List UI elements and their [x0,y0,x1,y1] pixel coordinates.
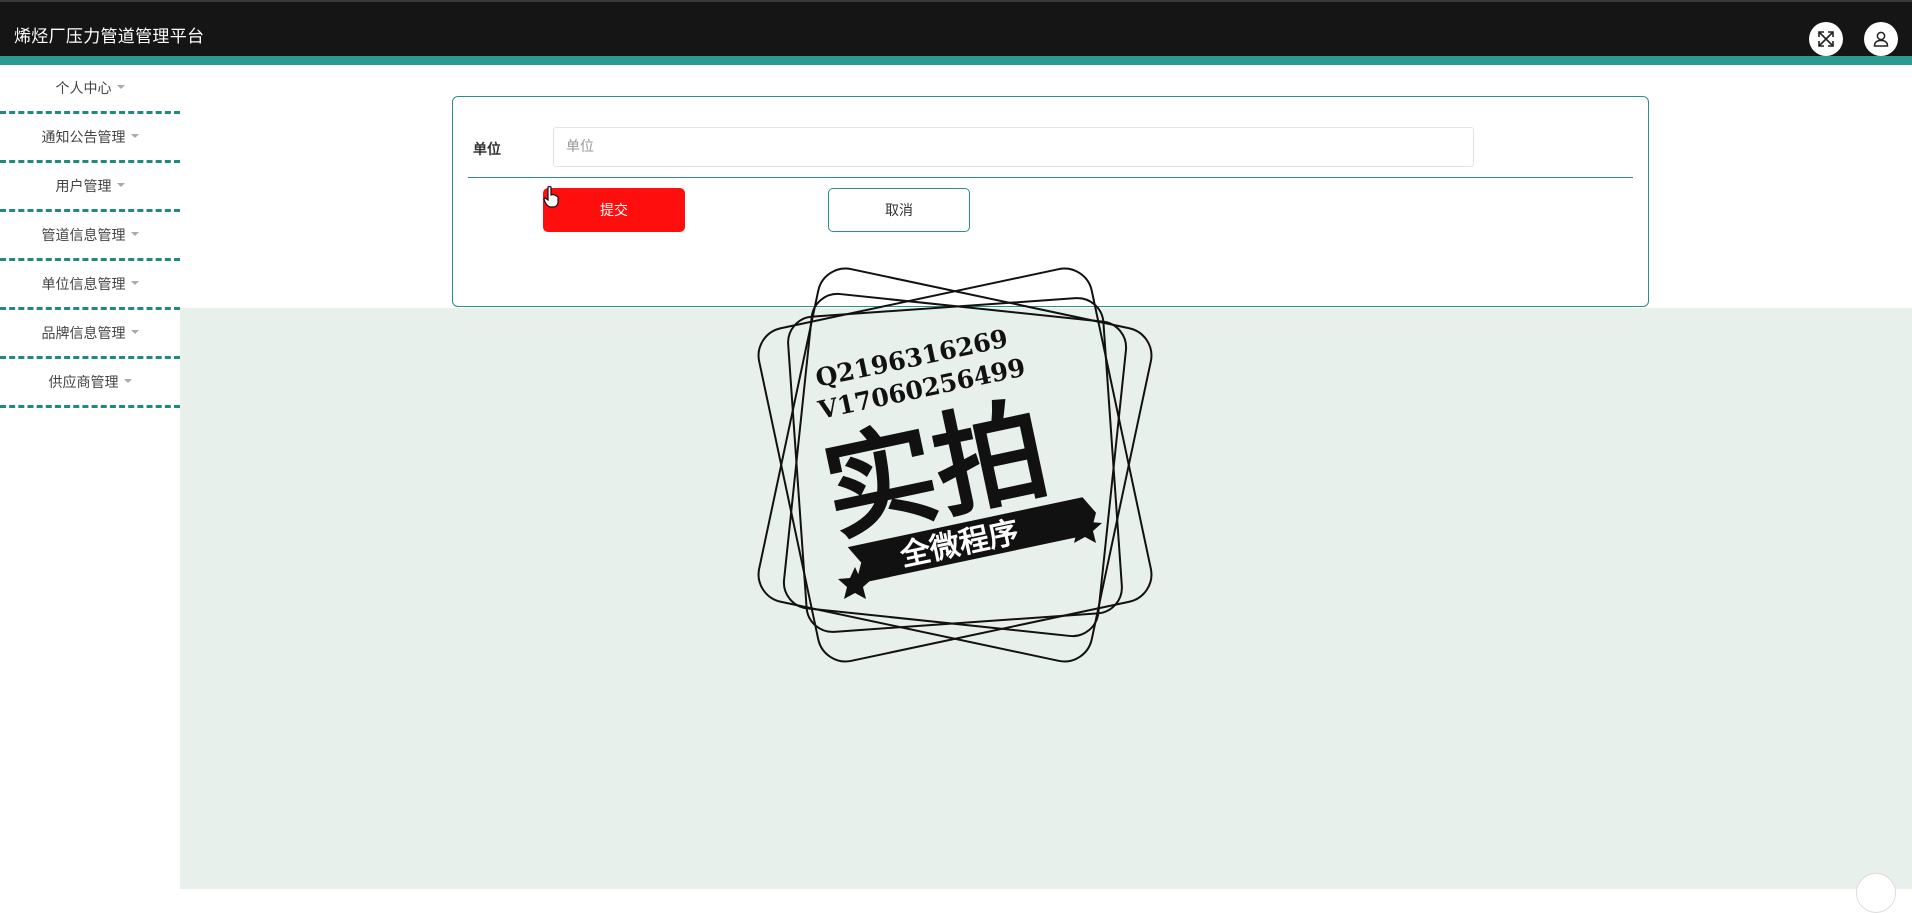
cancel-button[interactable]: 取消 [828,188,970,232]
sidebar-item-user-management[interactable]: 用户管理 [0,163,180,212]
unit-label: 单位 [473,142,501,158]
form-divider [468,177,1633,178]
sidebar-item-label: 个人中心 [55,81,112,97]
app-title: 烯烃厂压力管道管理平台 [14,27,205,47]
sidebar-item-unit-management[interactable]: 单位信息管理 [0,261,180,310]
sidebar: 个人中心 通知公告管理 用户管理 管道信息管理 单位信息管理 品牌信息管理 供应… [0,65,180,889]
sidebar-item-brand-management[interactable]: 品牌信息管理 [0,310,180,359]
caret-down-icon [123,379,132,383]
sidebar-item-label: 品牌信息管理 [41,326,126,342]
sidebar-item-supplier-management[interactable]: 供应商管理 [0,359,180,408]
caret-down-icon [130,134,139,138]
sidebar-item-label: 管道信息管理 [41,228,126,244]
caret-down-icon [130,232,139,236]
top-bar-accent-strip [0,56,1912,65]
caret-down-icon [116,85,125,89]
sidebar-item-label: 供应商管理 [48,375,119,391]
watermark-stamp: Q2196316269 V17060256499 实拍 全微程序 [757,267,1153,663]
submit-button[interactable]: 提交 [543,188,685,232]
sidebar-item-label: 单位信息管理 [41,277,126,293]
caret-down-icon [130,281,139,285]
caret-down-icon [116,183,125,187]
top-bar: 烯烃厂压力管道管理平台 [0,0,1912,56]
back-to-top-button[interactable] [1856,873,1896,913]
caret-down-icon [130,330,139,334]
user-button[interactable] [1864,22,1898,56]
sidebar-item-pipeline-management[interactable]: 管道信息管理 [0,212,180,261]
sidebar-item-personal-center[interactable]: 个人中心 [0,65,180,114]
unit-input[interactable] [553,127,1474,167]
fullscreen-button[interactable] [1809,22,1843,56]
sidebar-item-label: 用户管理 [55,179,112,195]
sidebar-item-notice-management[interactable]: 通知公告管理 [0,114,180,163]
user-icon [1873,31,1889,47]
fullscreen-icon [1818,31,1834,47]
sidebar-item-label: 通知公告管理 [41,130,126,146]
hand-cursor-icon [543,186,559,208]
